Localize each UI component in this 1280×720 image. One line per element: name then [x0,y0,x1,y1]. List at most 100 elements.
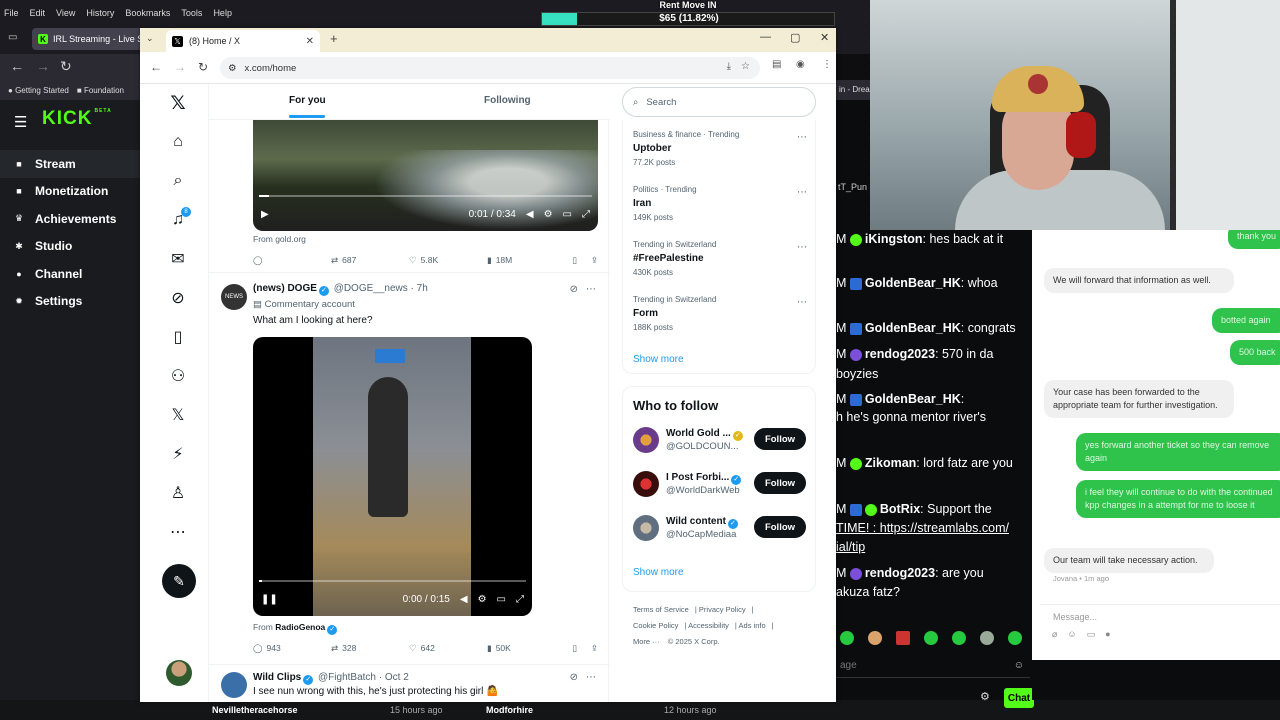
verified-orgs-icon[interactable]: ⚡ [166,442,190,466]
forward-icon[interactable]: → [36,58,50,74]
bottom-user-2[interactable]: Modforhire [486,705,533,715]
profile-icon[interactable]: ♙ [166,481,190,505]
emote-icon[interactable] [868,631,882,645]
emote-icon[interactable] [924,631,938,645]
follow-button[interactable]: Follow [754,516,806,538]
like-button[interactable]: ♡ 642 [409,643,487,654]
forward-icon[interactable]: → [174,60,186,74]
follow-button[interactable]: Follow [754,472,806,494]
post-avatar[interactable]: NEWS [221,284,247,310]
home-icon[interactable]: ⌂ [166,130,190,154]
pip-icon[interactable]: ▭ [497,594,506,605]
account-avatar[interactable] [166,660,192,686]
pause-icon[interactable]: ❚❚ [261,594,278,605]
footer-cookie-link[interactable]: Cookie Policy [633,621,678,630]
emote-icon[interactable] [980,631,994,645]
post-source[interactable]: From gold.org [253,234,306,244]
reload-icon[interactable]: ↻ [198,60,208,74]
trend-item[interactable]: Politics · Trending Iran 149K posts [633,185,803,222]
grok-explain-icon[interactable]: ⊘ [570,672,578,683]
emote-icon[interactable] [896,631,910,645]
share-icon[interactable]: ⇪ [591,255,598,266]
more-icon[interactable]: ⋯ [166,520,190,544]
site-info-icon[interactable]: ⚙ [228,63,237,74]
tab-x-home[interactable]: 𝕏 (8) Home / X ✕ [166,30,320,52]
reply-button[interactable]: ◯ 943 [253,643,331,654]
kick-nav-channel[interactable]: ● Channel [0,260,140,288]
emote-icon[interactable] [1008,631,1022,645]
chat-message-input[interactable]: age ☺ [836,654,1030,678]
trend-more-icon[interactable]: ⋯ [797,132,807,143]
tab-for-you[interactable]: For you [289,95,326,106]
emote-icon[interactable] [840,631,854,645]
menu-help[interactable]: Help [213,8,232,18]
menu-edit[interactable]: Edit [30,8,46,18]
menu-bookmarks[interactable]: Bookmarks [125,8,170,18]
volume-icon[interactable]: ◀ [526,209,534,220]
kick-logo[interactable]: KICK BETA [42,108,112,130]
tab-list-icon[interactable]: ▭ [8,32,17,43]
menu-history[interactable]: History [86,8,114,18]
bookmarks-icon[interactable]: ▯ [166,325,190,349]
footer-ads-link[interactable]: Ads info [739,621,766,630]
footer-terms-link[interactable]: Terms of Service [633,605,689,614]
trend-item[interactable]: Business & finance · Trending Uptober 77… [633,130,803,167]
reload-icon[interactable]: ↻ [60,58,72,75]
reply-button[interactable]: ◯ [253,255,331,266]
kick-nav-achievements[interactable]: ♛ Achievements [0,205,140,233]
suggestion-avatar[interactable] [633,427,659,453]
bookmark-foundation[interactable]: ■ Foundation [77,86,124,95]
suggestion-avatar[interactable] [633,515,659,541]
post-time[interactable]: 7h [417,283,428,294]
post-video-forest[interactable]: ▶ 0:01 / 0:34 ◀ ⚙ ▭ ⤢ [253,120,598,231]
post-button[interactable]: ✎ [162,564,196,598]
trend-more-icon[interactable]: ⋯ [797,297,807,308]
chat-settings-icon[interactable]: ⚙ [980,690,990,703]
post-author-name[interactable]: Wild Clips [253,672,301,683]
pip-icon[interactable]: ▭ [563,209,572,220]
follow-show-more-link[interactable]: Show more [633,567,684,578]
tab-kick-irl[interactable]: K IRL Streaming - Live Stre [32,28,144,50]
post-more-icon[interactable]: ⋯ [586,672,596,683]
post-author-name[interactable]: (news) DOGE [253,283,317,294]
post-time[interactable]: Oct 2 [385,672,409,683]
extensions-icon[interactable]: ▤ [772,59,781,70]
bookmark-getting-started[interactable]: ● Getting Started [8,86,69,95]
post-avatar[interactable] [221,672,247,698]
close-window-icon[interactable]: ✕ [820,31,829,44]
back-icon[interactable]: ← [150,60,162,74]
menu-tools[interactable]: Tools [181,8,202,18]
support-message-input[interactable]: Message... ⌀ ☺ ▭ ● [1040,604,1280,650]
search-input[interactable]: ⌕ Search [622,87,816,117]
kick-nav-settings[interactable]: ✹ Settings [0,288,140,316]
new-tab-icon[interactable]: + [330,31,338,46]
post-author-handle[interactable]: @FightBatch [318,672,376,683]
kick-nav-studio[interactable]: ✱ Studio [0,233,140,261]
settings-icon[interactable]: ⚙ [544,209,553,220]
grok-explain-icon[interactable]: ⊘ [570,284,578,295]
trend-item[interactable]: Trending in Switzerland Form 188K posts [633,295,803,332]
fullscreen-icon[interactable]: ⤢ [582,209,590,220]
chrome-menu-icon[interactable]: ⋮ [822,59,832,70]
footer-more-link[interactable]: More ··· [633,637,660,646]
share-icon[interactable]: ⇪ [591,643,598,654]
trend-item[interactable]: Trending in Switzerland #FreePalestine 4… [633,240,803,277]
kick-nav-stream[interactable]: ■ Stream [0,150,140,178]
x-logo-icon[interactable]: 𝕏 [166,91,190,115]
follow-button[interactable]: Follow [754,428,806,450]
chat-send-button[interactable]: Chat [1004,688,1034,708]
volume-icon[interactable]: ◀ [460,594,468,605]
trend-more-icon[interactable]: ⋯ [797,242,807,253]
back-icon[interactable]: ← [10,58,24,74]
menu-view[interactable]: View [56,8,75,18]
explore-icon[interactable]: ⌕ [166,169,190,193]
trend-more-icon[interactable]: ⋯ [797,187,807,198]
like-button[interactable]: ♡ 5.8K [409,255,487,266]
bottom-user-1[interactable]: Nevilletheracehorse [212,705,298,715]
follow-suggestion[interactable]: I Post Forbi... ✓ @WorldDarkWeb Follow [633,471,809,501]
messages-icon[interactable]: ✉ [166,247,190,271]
repost-button[interactable]: ⇄ 687 [331,255,409,266]
url-field[interactable]: ⚙ x.com/home ⤓ ☆ [220,57,760,79]
tab-following[interactable]: Following [484,95,531,106]
premium-icon[interactable]: 𝕏 [166,403,190,427]
